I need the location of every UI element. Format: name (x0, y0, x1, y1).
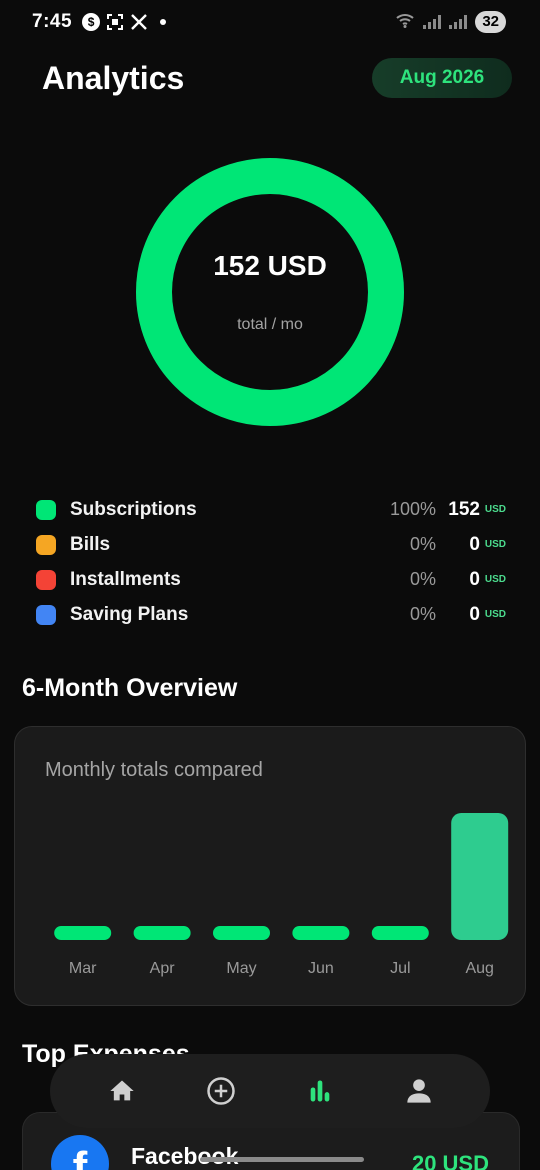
legend-amount: 0 (469, 603, 480, 625)
donut-arc (136, 158, 404, 426)
status-system-icons: 32 (395, 11, 506, 33)
s-money-icon: $ (82, 13, 101, 31)
tick-label-mar: Mar (69, 960, 97, 977)
profile-icon (406, 1079, 431, 1103)
legend-swatch (36, 569, 56, 590)
legend-item[interactable]: Subscriptions 100% 152 USD (36, 492, 506, 527)
x-logo-icon (130, 13, 148, 31)
bar-jul (371, 926, 429, 940)
wifi-icon (395, 12, 415, 33)
notification-dot-icon (160, 19, 167, 25)
legend-percent: 0% (409, 604, 436, 624)
month-selector[interactable]: Aug 2026 (372, 58, 512, 98)
tick-label-apr: Apr (150, 960, 176, 977)
nav-profile[interactable] (391, 1063, 447, 1119)
bar-apr (133, 926, 191, 940)
battery-indicator: 32 (475, 11, 506, 33)
overview-title: 6-Month Overview (22, 674, 238, 702)
legend-label: Subscriptions (70, 498, 197, 520)
legend-percent: 0% (409, 569, 436, 589)
legend-swatch (36, 534, 56, 555)
signal-icon (449, 15, 468, 29)
legend-amount: 0 (469, 533, 480, 555)
legend-amount: 152 (448, 498, 480, 520)
donut-total-value: 152 USD (213, 250, 327, 281)
legend-currency: USD (484, 504, 506, 515)
legend-currency: USD (484, 609, 506, 620)
nav-add[interactable] (193, 1063, 249, 1119)
home-icon (109, 1080, 134, 1101)
signal-icon (423, 15, 442, 29)
expense-amount: 20 USD (411, 1151, 489, 1170)
nav-analytics[interactable] (292, 1063, 348, 1119)
add-circle-icon (206, 1077, 235, 1105)
tick-label-aug: Aug (465, 960, 493, 977)
tick-label-may: May (226, 960, 256, 977)
status-time: 7:45 (32, 11, 73, 32)
bar-jun (292, 926, 350, 940)
legend-swatch (36, 604, 56, 625)
legend-swatch (36, 499, 56, 520)
bar-may (213, 926, 270, 940)
total-donut-chart (136, 158, 404, 426)
legend-percent: 100% (389, 499, 436, 519)
status-notification-icons: $ (82, 13, 167, 31)
home-indicator[interactable] (200, 1157, 364, 1162)
header: Analytics Aug 2026 (42, 56, 512, 100)
legend-item[interactable]: Saving Plans 0% 0 USD (36, 597, 506, 632)
bar-aug (451, 813, 509, 940)
monthly-bar-chart: Mar Apr May Jun Jul Aug (54, 813, 509, 977)
bottom-navigation (50, 1054, 490, 1128)
overview-chart-card: Monthly totals compared Mar Apr May Jun Jul A… (14, 726, 526, 1006)
legend-percent: 0% (409, 534, 436, 554)
legend-label: Saving Plans (70, 603, 189, 625)
category-legend: Subscriptions 100% 152 USD Bills 0% 0 USD Instal… (36, 492, 506, 632)
bar-chart-icon (310, 1080, 329, 1102)
screen-record-icon (106, 13, 124, 31)
bar-mar (54, 926, 112, 940)
donut-caption: total / mo (237, 316, 303, 333)
legend-currency: USD (484, 574, 506, 585)
facebook-icon: f (51, 1135, 109, 1170)
tick-label-jul: Jul (390, 960, 410, 977)
legend-amount: 0 (469, 568, 480, 590)
legend-label: Installments (70, 568, 181, 590)
legend-currency: USD (484, 539, 506, 550)
status-bar: 7:45 $ 32 (0, 0, 540, 44)
legend-item[interactable]: Installments 0% 0 USD (36, 562, 506, 597)
legend-item[interactable]: Bills 0% 0 USD (36, 527, 506, 562)
tick-label-jun: Jun (308, 960, 334, 977)
nav-home[interactable] (94, 1063, 150, 1119)
legend-label: Bills (70, 533, 111, 555)
